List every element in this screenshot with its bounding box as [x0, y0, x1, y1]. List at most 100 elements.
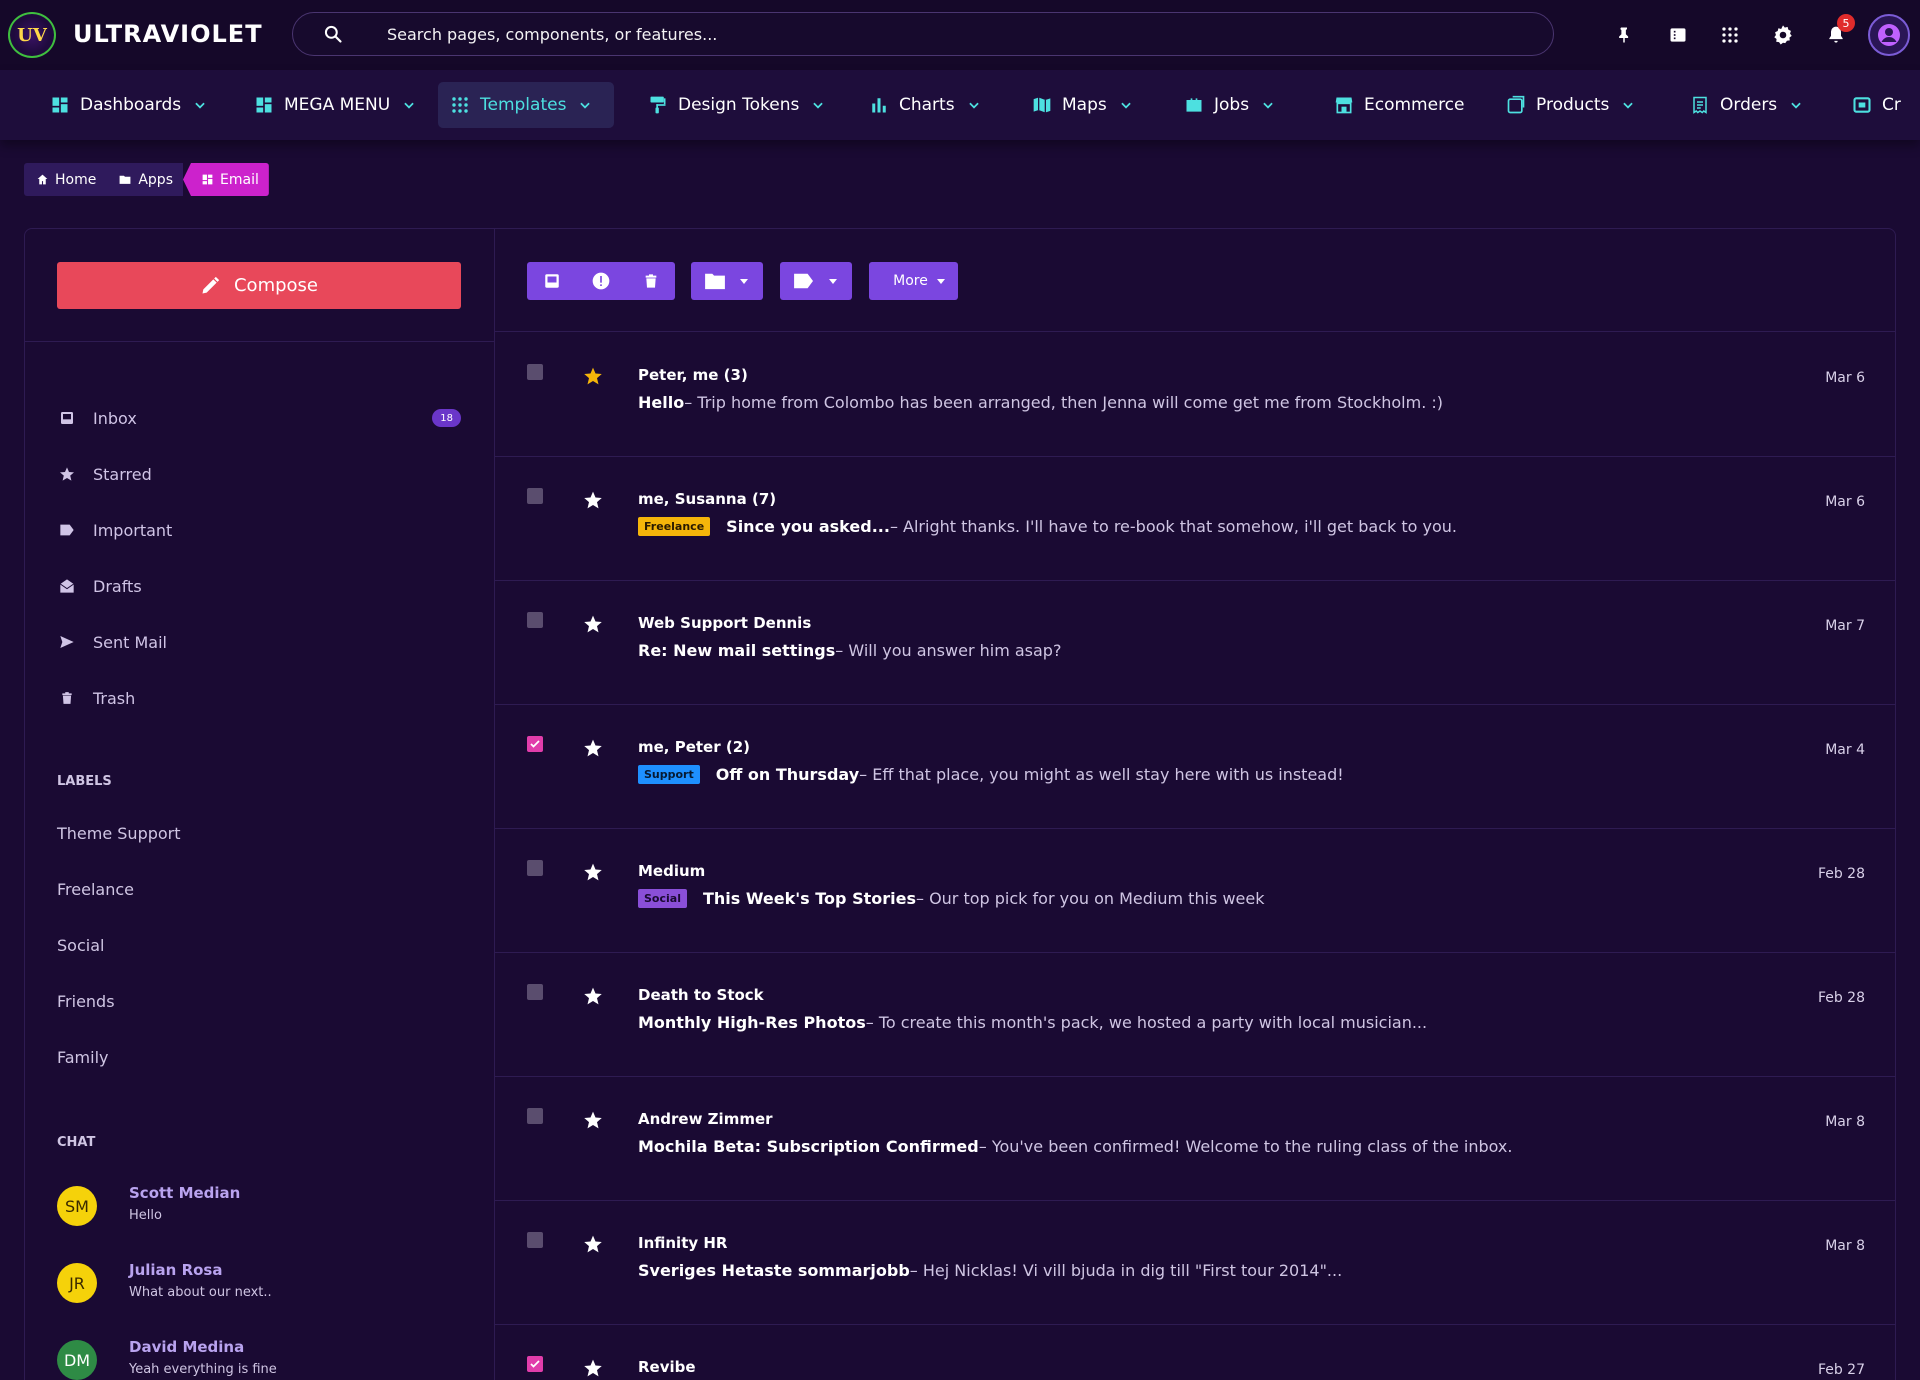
gear-icon[interactable]	[1769, 21, 1797, 49]
label-friends[interactable]: Friends	[57, 992, 115, 1011]
avatar: DM	[57, 1340, 97, 1380]
pin-icon[interactable]	[1610, 21, 1638, 49]
email-date: Mar 7	[1825, 618, 1865, 634]
nav-label: Ecommerce	[1364, 95, 1465, 115]
nav-item-ecommerce[interactable]: Ecommerce	[1322, 82, 1477, 128]
folder-sent-mail[interactable]: Sent Mail	[57, 627, 461, 657]
row-checkbox[interactable]	[527, 984, 543, 1000]
folder-starred[interactable]: Starred	[57, 459, 461, 489]
nav-item-orders[interactable]: Orders	[1678, 82, 1815, 128]
star-icon[interactable]	[583, 490, 603, 510]
email-row[interactable]: Death to Stock Feb 28 Monthly High-Res P…	[495, 953, 1895, 1077]
star-icon[interactable]	[583, 862, 603, 882]
nav-item-maps[interactable]: Maps	[1020, 82, 1145, 128]
label-theme-support[interactable]: Theme Support	[57, 824, 181, 843]
nav-item-charts[interactable]: Charts	[857, 82, 993, 128]
star-icon[interactable]	[583, 614, 603, 634]
email-row[interactable]: Medium Feb 28 Social This Week's Top Sto…	[495, 829, 1895, 953]
folder-label: Inbox	[93, 408, 137, 428]
user-avatar[interactable]	[1868, 14, 1910, 56]
breadcrumb-apps[interactable]: Apps	[106, 163, 183, 196]
row-checkbox[interactable]	[527, 488, 543, 504]
star-icon[interactable]	[583, 366, 603, 386]
email-sidebar: Compose Inbox 18 Starred Important Draft…	[25, 229, 495, 1380]
archive-button[interactable]	[527, 262, 576, 300]
email-row[interactable]: Peter, me (3) Mar 6 Hello – Trip home fr…	[495, 333, 1895, 457]
breadcrumb-home[interactable]: Home	[24, 163, 107, 196]
folder-label: Drafts	[93, 576, 142, 596]
logo[interactable]: UV	[8, 12, 56, 58]
label-social[interactable]: Social	[57, 936, 104, 955]
nav-item-jobs[interactable]: Jobs	[1172, 82, 1287, 128]
chat-message: Hello	[129, 1208, 162, 1223]
row-checkbox[interactable]	[527, 1232, 543, 1248]
email-sender: me, Susanna (7)	[638, 490, 777, 508]
star-icon[interactable]	[583, 1234, 603, 1254]
paint-roller-icon	[648, 95, 668, 115]
email-snippet: – Hej Nicklas! Vi vill bjuda in dig till…	[909, 1261, 1343, 1280]
star-icon[interactable]	[583, 738, 603, 758]
nav-item-templates[interactable]: Templates	[438, 82, 614, 128]
folder-drafts[interactable]: Drafts	[57, 571, 461, 601]
move-to-folder-dropdown[interactable]	[691, 262, 763, 300]
email-row[interactable]: Revibe Feb 27	[495, 1325, 1895, 1380]
more-dropdown[interactable]: More	[869, 262, 958, 300]
apps-grid-icon[interactable]	[1716, 21, 1744, 49]
star-icon[interactable]	[583, 1358, 603, 1378]
label-dropdown[interactable]	[780, 262, 852, 300]
email-row[interactable]: Web Support Dennis Mar 7 Re: New mail se…	[495, 581, 1895, 705]
breadcrumb-email: Email	[183, 163, 269, 196]
caret-down-icon	[739, 276, 749, 286]
folder-label: Sent Mail	[93, 632, 167, 652]
email-subject: Hello	[638, 393, 685, 412]
email-sender: Peter, me (3)	[638, 366, 748, 384]
chevron-down-icon	[1621, 98, 1635, 112]
chat-name: Julian Rosa	[129, 1261, 223, 1279]
breadcrumb-label: Apps	[138, 171, 173, 188]
row-checkbox[interactable]	[527, 1356, 543, 1372]
inbox-icon	[543, 272, 561, 290]
folder-important[interactable]: Important	[57, 515, 461, 545]
star-icon[interactable]	[583, 1110, 603, 1130]
nav-label: Orders	[1720, 95, 1778, 115]
chat-contact[interactable]: JR Julian Rosa What about our next..	[57, 1261, 461, 1323]
list-icon[interactable]	[1664, 21, 1692, 49]
folder-button[interactable]	[691, 262, 739, 300]
row-checkbox[interactable]	[527, 736, 543, 752]
label-freelance[interactable]: Freelance	[57, 880, 134, 899]
label-family[interactable]: Family	[57, 1048, 108, 1067]
breadcrumb: Home Apps Email	[24, 163, 269, 196]
search-input[interactable]	[387, 22, 1487, 46]
email-row[interactable]: me, Peter (2) Mar 4 Support Off on Thurs…	[495, 705, 1895, 829]
dashboard-icon	[50, 95, 70, 115]
folder-trash[interactable]: Trash	[57, 683, 461, 713]
nav-item-design-tokens[interactable]: Design Tokens	[636, 82, 837, 128]
nav-item-truncated[interactable]: Cr	[1840, 82, 1913, 128]
chat-contact[interactable]: DM David Medina Yeah everything is fine	[57, 1338, 461, 1380]
email-sender: Medium	[638, 862, 706, 880]
folder-inbox[interactable]: Inbox 18	[57, 403, 461, 433]
email-date: Feb 28	[1817, 990, 1865, 1006]
email-row[interactable]: Infinity HR Mar 8 Sveriges Hetaste somma…	[495, 1201, 1895, 1325]
row-checkbox[interactable]	[527, 860, 543, 876]
report-spam-button[interactable]	[576, 262, 626, 300]
nav-item-dashboards[interactable]: Dashboards	[38, 82, 219, 128]
delete-button[interactable]	[626, 262, 675, 300]
chat-contact[interactable]: SM Scott Median Hello	[57, 1184, 461, 1246]
email-snippet: – Trip home from Colombo has been arrang…	[684, 393, 1444, 412]
row-checkbox[interactable]	[527, 1108, 543, 1124]
compose-button[interactable]: Compose	[57, 262, 461, 309]
brand-name[interactable]: ULTRAVIOLET	[73, 20, 263, 48]
action-button-group	[527, 262, 675, 300]
email-row[interactable]: me, Susanna (7) Mar 6 Freelance Since yo…	[495, 457, 1895, 581]
nav-label: Charts	[899, 95, 955, 115]
row-checkbox[interactable]	[527, 364, 543, 380]
nav-item-mega-menu[interactable]: MEGA MENU	[242, 82, 428, 128]
row-checkbox[interactable]	[527, 612, 543, 628]
nav-label: MEGA MENU	[284, 95, 391, 115]
label-button[interactable]	[780, 262, 828, 300]
nav-item-products[interactable]: Products	[1494, 82, 1647, 128]
email-row[interactable]: Andrew Zimmer Mar 8 Mochila Beta: Subscr…	[495, 1077, 1895, 1201]
search-box[interactable]	[292, 12, 1554, 56]
star-icon[interactable]	[583, 986, 603, 1006]
